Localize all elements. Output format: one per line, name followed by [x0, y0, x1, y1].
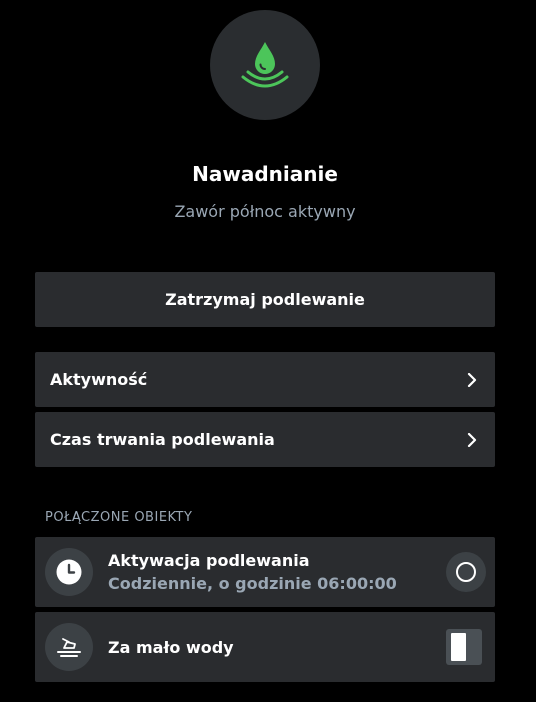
clock-icon	[45, 548, 93, 596]
linked-item-watering-activation[interactable]: Aktywacja podlewania Codziennie, o godzi…	[35, 537, 495, 607]
menu-item-label: Aktywność	[50, 370, 148, 389]
menu-item-watering-duration[interactable]: Czas trwania podlewania	[35, 412, 495, 467]
device-title: Nawadnianie	[192, 162, 338, 186]
linked-objects-header: POŁĄCZONE OBIEKTY	[45, 510, 193, 525]
stop-watering-button[interactable]: Zatrzymaj podlewanie	[35, 272, 495, 327]
linked-item-low-water[interactable]: Za mało wody	[35, 612, 495, 682]
menu-item-activity[interactable]: Aktywność	[35, 352, 495, 407]
linked-item-title: Aktywacja podlewania	[108, 551, 310, 570]
radio-ring	[456, 562, 476, 582]
chevron-right-icon	[464, 432, 480, 448]
stop-watering-label: Zatrzymaj podlewanie	[165, 290, 365, 309]
chevron-right-icon	[464, 372, 480, 388]
device-icon-circle	[210, 10, 320, 120]
menu-item-label: Czas trwania podlewania	[50, 430, 275, 449]
linked-item-title: Za mało wody	[108, 637, 234, 657]
toggle-knob	[451, 633, 466, 661]
low-water-icon	[45, 623, 93, 671]
activation-radio[interactable]	[446, 552, 486, 592]
device-status: Zawór północ aktywny	[174, 202, 356, 221]
water-drop-icon	[241, 42, 289, 88]
low-water-toggle[interactable]	[446, 629, 482, 665]
linked-item-subtitle: Codziennie, o godzinie 06:00:00	[108, 574, 397, 593]
